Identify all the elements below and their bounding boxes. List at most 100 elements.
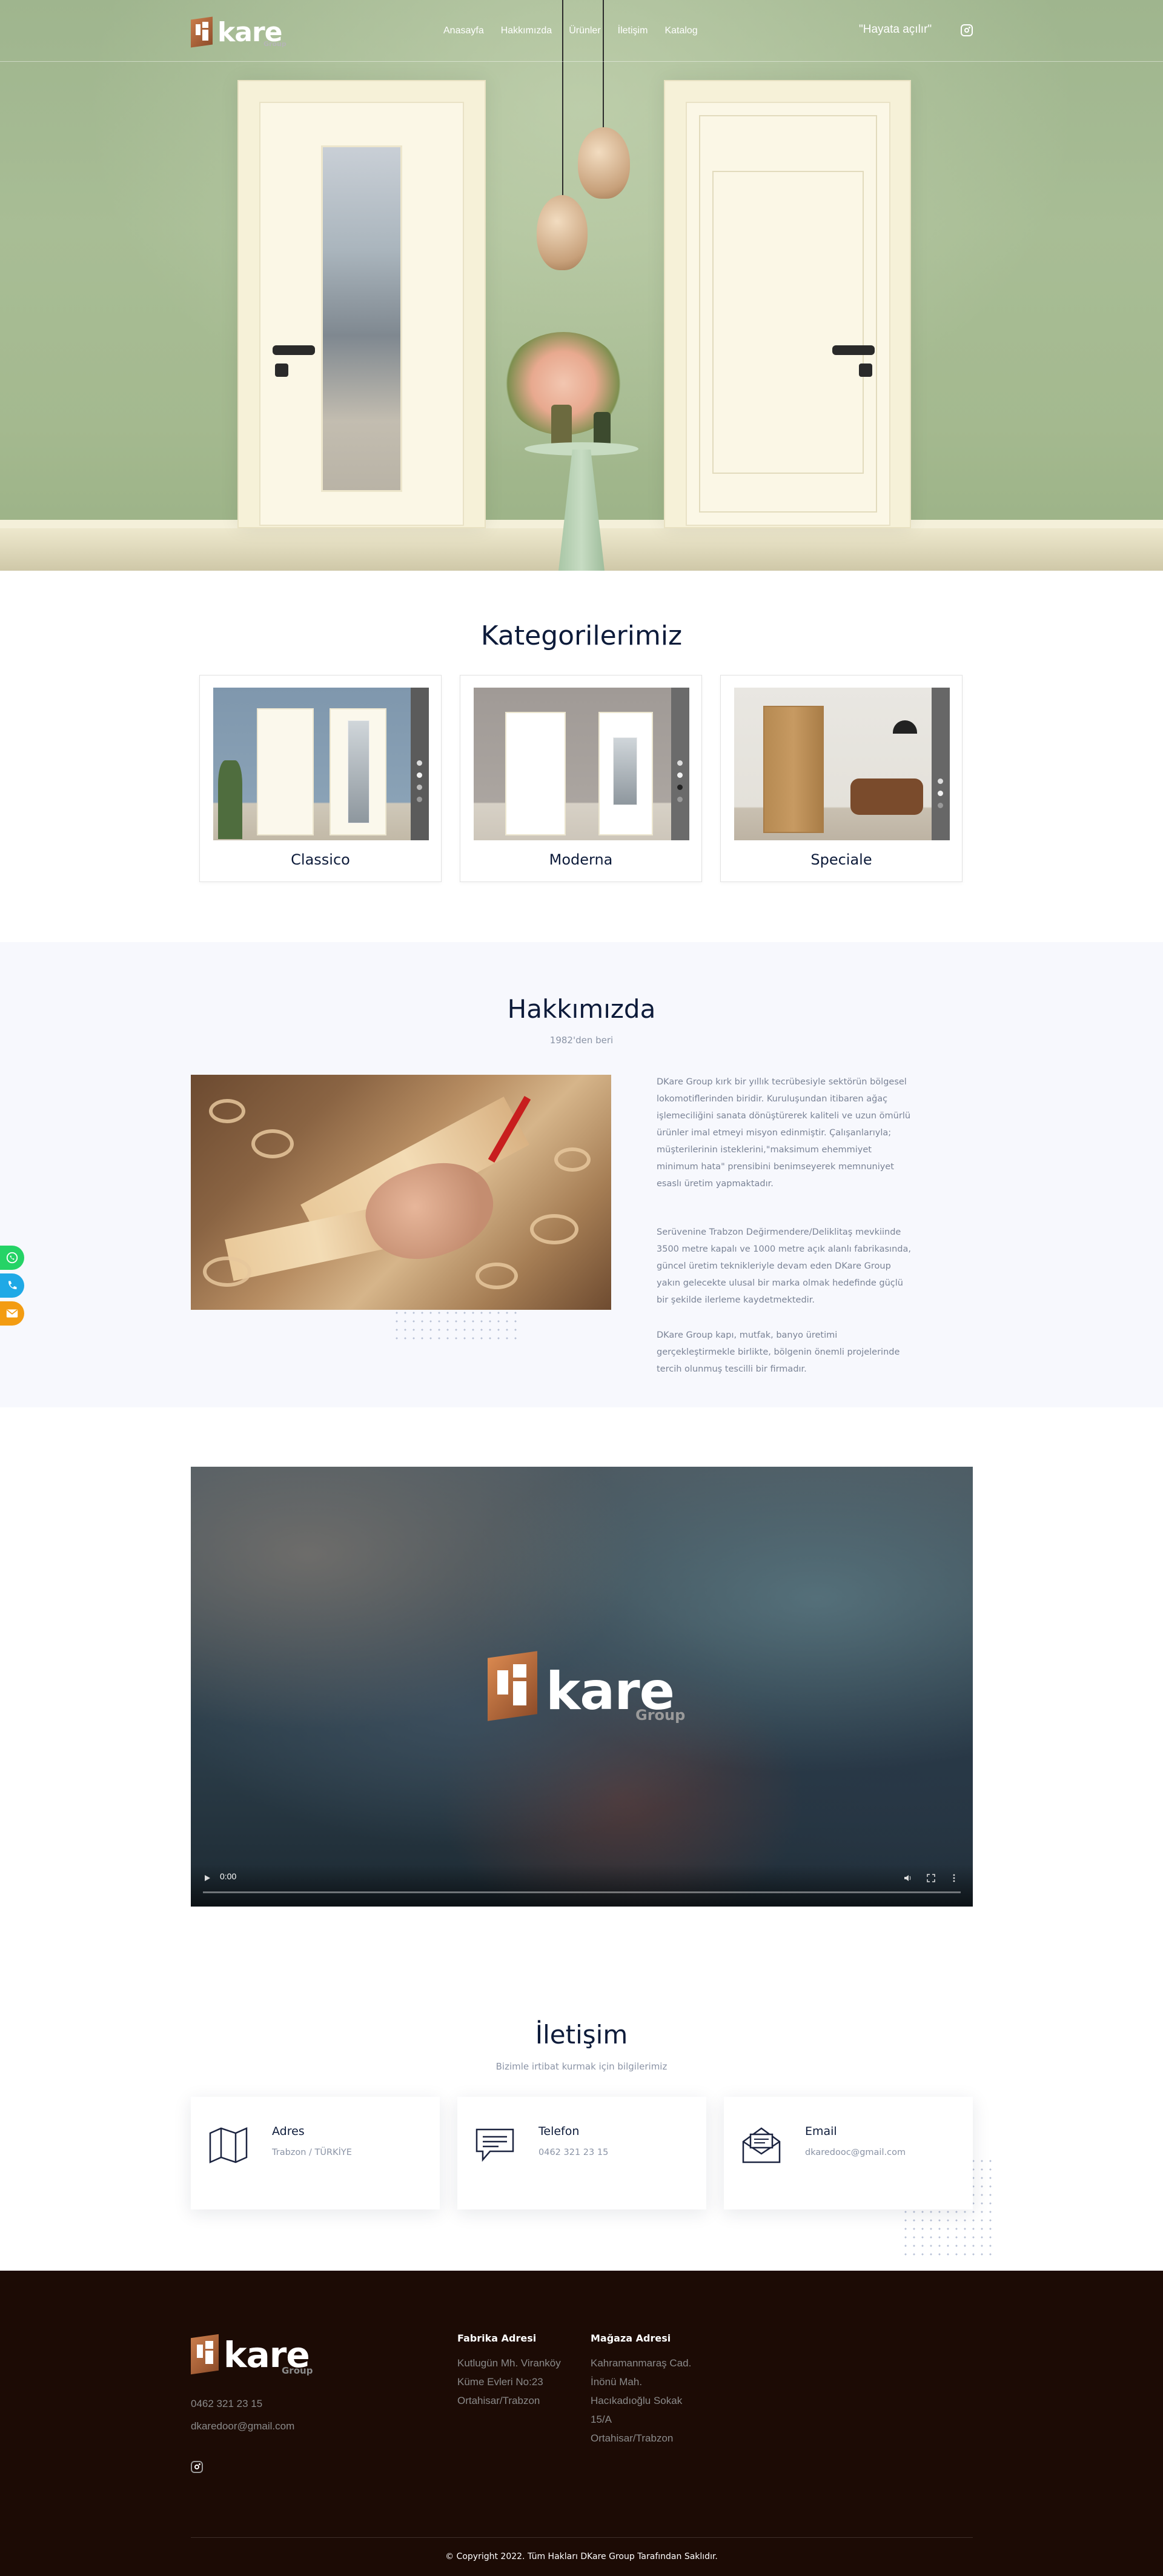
mini-door: [330, 708, 386, 835]
contact-card-value[interactable]: dkaredooc@gmail.com: [805, 2148, 906, 2157]
video-logo-sub: Group: [635, 1707, 686, 1724]
category-label: Speciale: [810, 851, 872, 868]
wood-shaving: [203, 1256, 251, 1287]
footer-factory-line: Ortahisar/Trabzon: [457, 2395, 540, 2406]
contact-card-phone: Telefon 0462 321 23 15: [457, 2097, 706, 2209]
swatch: [417, 785, 422, 790]
door-leaf: [686, 102, 890, 526]
play-icon[interactable]: [203, 1874, 211, 1882]
mini-glass: [348, 720, 369, 823]
logo-mark: [191, 2330, 221, 2375]
footer-email[interactable]: dkaredoor@gmail.com: [191, 2420, 294, 2432]
about-paragraph: DKare Group kırk bir yıllık tecrübesiyle…: [657, 1077, 911, 1189]
swatch: [677, 760, 683, 766]
vase-small: [594, 412, 611, 447]
footer-logo-sub: Group: [282, 2365, 313, 2376]
promo-video[interactable]: kare Group 0:00: [191, 1467, 973, 1907]
footer-store-line: 15/A: [591, 2414, 612, 2425]
footer-phone[interactable]: 0462 321 23 15: [191, 2398, 262, 2410]
phone-button[interactable]: [0, 1273, 24, 1298]
footer-logo[interactable]: kare Group: [191, 2330, 313, 2376]
swatch: [677, 772, 683, 778]
contact-card-email: Email dkaredooc@gmail.com: [724, 2097, 973, 2209]
category-label: Moderna: [549, 851, 613, 868]
contact-card-value[interactable]: 0462 321 23 15: [538, 2148, 608, 2157]
swatch: [417, 797, 422, 802]
door-moulding-inner: [712, 171, 864, 474]
contact-card-title: Adres: [272, 2125, 305, 2138]
cactus: [218, 760, 242, 839]
door-lock: [859, 363, 872, 377]
wood-shaving: [209, 1099, 245, 1123]
chat-icon: [475, 2128, 514, 2162]
door-glass: [321, 145, 402, 492]
contact-card-value: Trabzon / TÜRKİYE: [272, 2148, 352, 2157]
color-strip: [671, 688, 689, 840]
swatch: [677, 785, 683, 790]
about-title: Hakkımızda: [507, 994, 656, 1024]
contact-card-address: Adres Trabzon / TÜRKİYE: [191, 2097, 440, 2209]
whatsapp-icon: [6, 1252, 18, 1264]
contact-title: İletişim: [535, 2020, 628, 2050]
swatch: [677, 797, 683, 802]
mail-icon: [6, 1309, 18, 1318]
door-moulding: [699, 115, 877, 513]
footer-store-line: Hacıkadıoğlu Sokak: [591, 2395, 683, 2406]
more-options-icon[interactable]: [950, 1874, 958, 1882]
contact-subtitle: Bizimle irtibat kurmak için bilgilerimiz: [495, 2061, 668, 2072]
mail-button[interactable]: [0, 1301, 24, 1326]
swatch: [938, 791, 943, 796]
category-image: [213, 688, 429, 840]
category-card-moderna[interactable]: Moderna: [460, 675, 702, 882]
whatsapp-button[interactable]: [0, 1246, 24, 1270]
video-progress[interactable]: [203, 1891, 961, 1893]
footer-factory-heading: Fabrika Adresi: [457, 2332, 537, 2344]
wood-shaving: [251, 1129, 294, 1158]
footer-store-line: Kahramanmaraş Cad.: [591, 2357, 692, 2369]
category-image: [734, 688, 950, 840]
volume-icon[interactable]: [904, 1874, 912, 1882]
door-leaf: [259, 102, 464, 526]
door-handle: [273, 345, 315, 355]
door-lock: [275, 363, 288, 377]
instagram-icon[interactable]: [961, 24, 973, 36]
swatch: [938, 778, 943, 784]
about-image: [191, 1075, 611, 1310]
color-strip: [932, 688, 950, 840]
logo-sub: Group: [263, 40, 287, 48]
mini-door: [505, 712, 566, 835]
video-time: 0:00: [220, 1871, 237, 1881]
mini-door: [763, 706, 824, 833]
logo-mark: [191, 13, 215, 48]
contact-card-title: Telefon: [538, 2125, 580, 2138]
categories-title: Kategorilerimiz: [480, 620, 683, 651]
vase: [551, 405, 572, 448]
video-controls: [191, 1864, 973, 1907]
mini-door: [257, 708, 314, 835]
phone-icon: [8, 1281, 17, 1289]
nav-about[interactable]: Hakkımızda: [501, 25, 552, 36]
category-label: Classico: [291, 851, 350, 868]
pendant-lamp: [537, 195, 588, 270]
header-slogan: "Hayata açılır": [859, 23, 932, 36]
site-logo[interactable]: kare Group: [191, 13, 287, 48]
about-paragraph: Serüvenine Trabzon Değirmendere/Deliklit…: [657, 1227, 911, 1305]
fullscreen-icon[interactable]: [927, 1874, 935, 1882]
category-card-speciale[interactable]: Speciale: [720, 675, 963, 882]
swatch: [938, 803, 943, 808]
mini-door: [598, 712, 653, 835]
swatch: [417, 772, 422, 778]
nav-catalog[interactable]: Katalog: [664, 25, 697, 36]
pendant-lamp: [893, 720, 917, 734]
hero-banner: [0, 0, 1163, 571]
footer-factory-line: Küme Evleri No:23: [457, 2376, 543, 2388]
nav-home[interactable]: Anasayfa: [443, 25, 484, 36]
nav-contact[interactable]: İletişim: [618, 25, 648, 36]
wood-shaving: [554, 1147, 591, 1172]
footer-instagram-icon[interactable]: [191, 2461, 203, 2473]
nav-products[interactable]: Ürünler: [569, 25, 600, 36]
category-card-classico[interactable]: Classico: [199, 675, 442, 882]
logo-mark: [488, 1646, 541, 1721]
map-icon: [209, 2127, 248, 2163]
site-footer: [0, 2271, 1163, 2576]
